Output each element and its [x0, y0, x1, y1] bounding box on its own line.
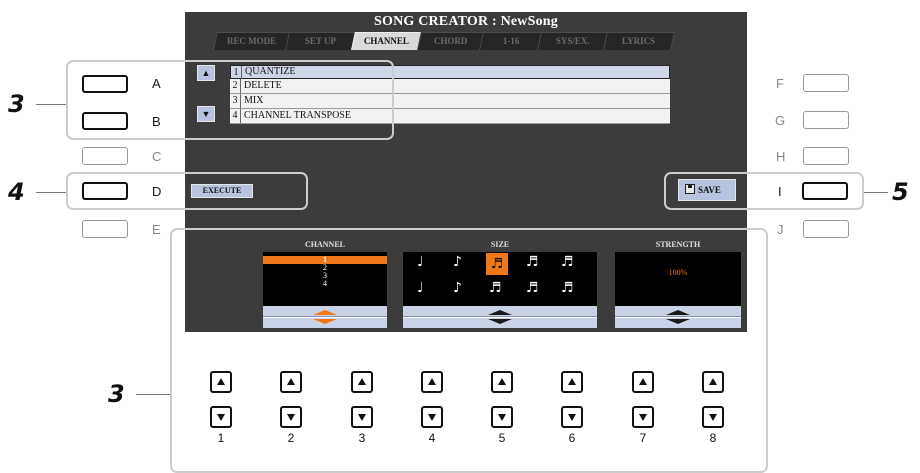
- tab-rec-mode[interactable]: REC MODE: [213, 32, 291, 50]
- down-arrow-icon: [568, 414, 576, 421]
- screen-title: SONG CREATOR : NewSong: [374, 14, 558, 29]
- dials-callout: [170, 228, 768, 473]
- button-c[interactable]: [82, 147, 128, 165]
- step-leader-line: [36, 104, 66, 105]
- button-4-up[interactable]: [421, 371, 443, 393]
- button-1-down[interactable]: [210, 406, 232, 428]
- button-7-up[interactable]: [632, 371, 654, 393]
- button-a-label: A: [152, 76, 161, 91]
- down-arrow-icon: [287, 414, 295, 421]
- button-a[interactable]: [82, 75, 128, 93]
- button-j-label: J: [777, 222, 784, 237]
- button-number-1: 1: [217, 431, 225, 445]
- down-arrow-icon: [709, 414, 717, 421]
- button-8-down[interactable]: [702, 406, 724, 428]
- button-number-7: 7: [639, 431, 647, 445]
- button-number-3: 3: [358, 431, 366, 445]
- down-arrow-icon: [498, 414, 506, 421]
- button-h[interactable]: [803, 147, 849, 165]
- up-arrow-icon: [287, 378, 295, 385]
- up-arrow-icon: [428, 378, 436, 385]
- button-j[interactable]: [803, 220, 849, 238]
- button-number-2: 2: [287, 431, 295, 445]
- up-arrow-icon: [639, 378, 647, 385]
- button-d-label: D: [152, 184, 162, 199]
- button-b[interactable]: [82, 112, 128, 130]
- step-leader-line: [136, 394, 170, 395]
- up-arrow-icon: [217, 378, 225, 385]
- button-number-6: 6: [568, 431, 576, 445]
- up-arrow-icon: [568, 378, 576, 385]
- button-g[interactable]: [803, 111, 849, 129]
- button-number-5: 5: [498, 431, 506, 445]
- button-e[interactable]: [82, 220, 128, 238]
- button-d[interactable]: [82, 182, 128, 200]
- step-number-dials: 3: [108, 380, 125, 408]
- down-arrow-icon: [358, 414, 366, 421]
- button-5-down[interactable]: [491, 406, 513, 428]
- button-6-down[interactable]: [561, 406, 583, 428]
- step-number-execute: 4: [8, 178, 25, 206]
- up-arrow-icon: [358, 378, 366, 385]
- button-number-8: 8: [709, 431, 717, 445]
- button-number-4: 4: [428, 431, 436, 445]
- down-arrow-icon: [639, 414, 647, 421]
- button-3-up[interactable]: [351, 371, 373, 393]
- down-arrow-icon: [217, 414, 225, 421]
- button-6-up[interactable]: [561, 371, 583, 393]
- button-h-label: H: [776, 149, 786, 164]
- button-8-up[interactable]: [702, 371, 724, 393]
- button-2-down[interactable]: [280, 406, 302, 428]
- tab-1-16[interactable]: 1-16: [479, 32, 543, 50]
- step-number-menu: 3: [8, 90, 25, 118]
- tab-set-up[interactable]: SET UP: [285, 32, 357, 50]
- button-4-down[interactable]: [421, 406, 443, 428]
- button-g-label: G: [775, 113, 786, 128]
- button-c-label: C: [152, 149, 162, 164]
- button-3-down[interactable]: [351, 406, 373, 428]
- step-leader-line: [36, 192, 66, 193]
- up-arrow-icon: [709, 378, 717, 385]
- button-f-label: F: [776, 76, 784, 91]
- tab-channel[interactable]: CHANNEL: [351, 32, 423, 50]
- tab-chord[interactable]: CHORD: [417, 32, 485, 50]
- button-7-down[interactable]: [632, 406, 654, 428]
- button-e-label: E: [152, 222, 161, 237]
- button-i[interactable]: [802, 182, 848, 200]
- button-2-up[interactable]: [280, 371, 302, 393]
- button-1-up[interactable]: [210, 371, 232, 393]
- button-i-label: I: [778, 184, 782, 199]
- down-arrow-icon: [428, 414, 436, 421]
- up-arrow-icon: [498, 378, 506, 385]
- button-f[interactable]: [803, 74, 849, 92]
- button-b-label: B: [152, 114, 161, 129]
- tab-lyrics[interactable]: LYRICS: [603, 32, 675, 50]
- step-number-save: 5: [892, 178, 909, 206]
- button-5-up[interactable]: [491, 371, 513, 393]
- tab-sys-ex[interactable]: SYS/EX.: [537, 32, 609, 50]
- step-leader-line: [864, 192, 888, 193]
